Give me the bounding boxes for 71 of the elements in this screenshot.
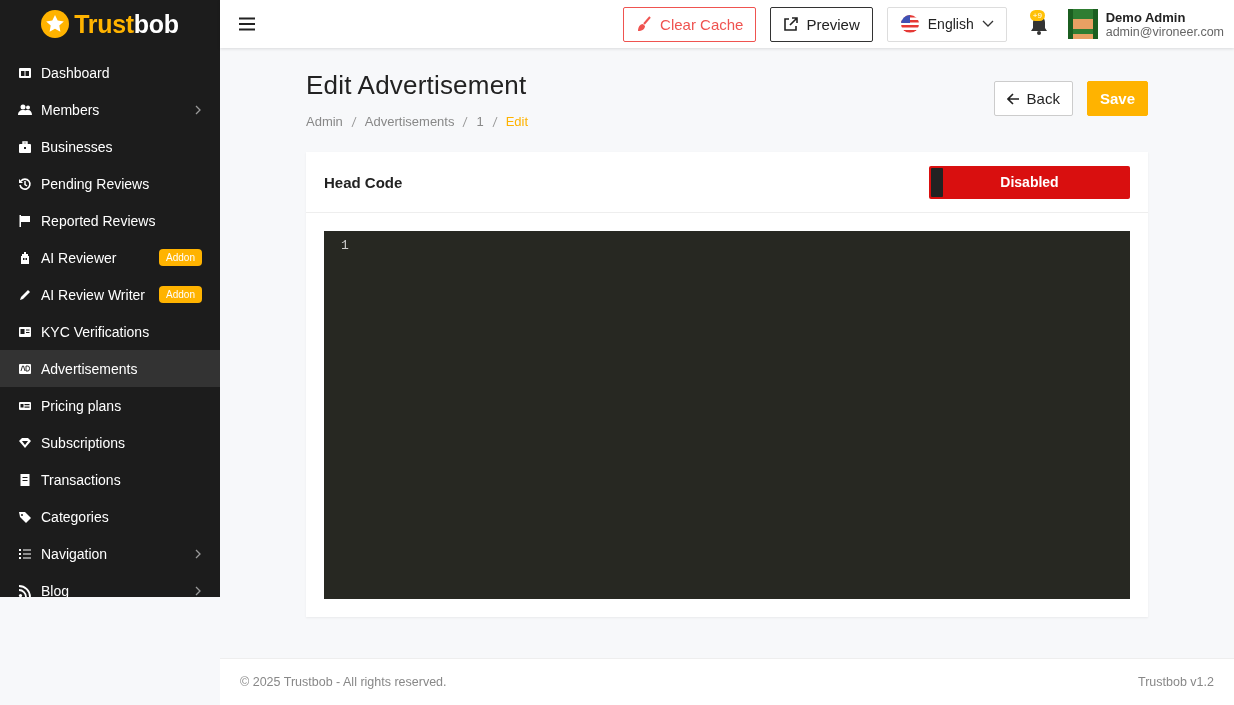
- chevron-down-icon: [981, 20, 994, 28]
- back-button[interactable]: Back: [993, 81, 1073, 116]
- sidebar-item[interactable]: Pending Reviews: [0, 165, 220, 202]
- sidebar-item-label: Navigation: [41, 545, 109, 562]
- preview-button[interactable]: Preview: [770, 6, 873, 42]
- sidebar-item-label: Subscriptions: [41, 434, 127, 451]
- broom-icon: [636, 16, 653, 32]
- menu-icon[interactable]: [239, 17, 255, 31]
- sidebar-item[interactable]: AI Review Writer Addon: [0, 276, 220, 313]
- sidebar-item[interactable]: Reported Reviews: [0, 202, 220, 239]
- line-number: 1: [341, 238, 350, 253]
- version-text: Trustbob v1.2: [1138, 675, 1214, 689]
- menu-item-icon: [18, 509, 32, 524]
- user-email: admin@vironeer.com: [1105, 24, 1224, 39]
- menu-item-icon: [18, 546, 32, 561]
- sidebar-item-label: AI Review Writer: [41, 286, 146, 303]
- sidebar-item[interactable]: Pricing plans: [0, 387, 220, 424]
- sidebar-item[interactable]: KYC Verifications: [0, 313, 220, 350]
- addon-badge: Addon: [159, 286, 202, 303]
- card-title: Head Code: [324, 173, 404, 191]
- copyright-text: © 2025 Trustbob - All rights reserved.: [240, 675, 447, 689]
- flag-icon: [899, 14, 920, 34]
- clear-cache-button[interactable]: Clear Cache: [623, 6, 757, 42]
- sidebar-item[interactable]: Categories: [0, 498, 220, 535]
- sidebar-item-label: Advertisements: [41, 360, 139, 377]
- language-dropdown[interactable]: English: [886, 6, 1007, 42]
- addon-badge: Addon: [159, 249, 202, 266]
- code-editor[interactable]: 1: [324, 231, 1130, 599]
- sidebar-item[interactable]: Transactions: [0, 461, 220, 498]
- user-name: Demo Admin: [1105, 9, 1187, 25]
- slash-separator-icon: [491, 115, 498, 128]
- sidebar-item-label: AI Reviewer: [41, 249, 118, 266]
- arrow-left-icon: [1006, 92, 1020, 105]
- notification-count: +9: [1029, 10, 1045, 21]
- sidebar-item-label: Dashboard: [41, 64, 111, 81]
- external-link-icon: [783, 16, 799, 32]
- sidebar-item-label: Categories: [41, 508, 110, 525]
- sidebar-item-label: Pending Reviews: [41, 175, 151, 192]
- sidebar-item-label: KYC Verifications: [41, 323, 151, 340]
- menu-item-icon: [18, 176, 32, 191]
- sidebar-item[interactable]: Members: [0, 91, 220, 128]
- menu-item-icon: [18, 435, 32, 450]
- sidebar-item[interactable]: Dashboard: [0, 54, 220, 91]
- menu-item-icon: [18, 139, 32, 154]
- sidebar-item-label: Reported Reviews: [41, 212, 157, 229]
- sidebar-item[interactable]: Navigation: [0, 535, 220, 572]
- sidebar-item-label: Businesses: [41, 138, 114, 155]
- slash-separator-icon: [350, 115, 357, 128]
- menu-item-icon: [18, 65, 32, 80]
- menu-item-icon: [18, 250, 32, 265]
- sidebar-item-label: Pricing plans: [41, 397, 123, 414]
- sidebar-item[interactable]: Advertisements: [0, 350, 220, 387]
- sidebar-item[interactable]: Businesses: [0, 128, 220, 165]
- slash-separator-icon: [462, 115, 469, 128]
- brand-name: Trustbob: [74, 9, 179, 39]
- menu-item-icon: [18, 287, 32, 302]
- sidebar-item-label: Transactions: [41, 471, 122, 488]
- sidebar-item[interactable]: AI Reviewer Addon: [0, 239, 220, 276]
- menu-item-icon: [18, 213, 32, 228]
- menu-item-icon: [18, 102, 32, 117]
- menu-item-icon: [18, 472, 32, 487]
- sidebar-item-label: Members: [41, 101, 101, 118]
- breadcrumb-link[interactable]: 1: [476, 114, 484, 129]
- avatar-icon[interactable]: [1067, 9, 1098, 39]
- star-logo-icon: [41, 10, 70, 38]
- menu-item-icon: [18, 361, 32, 376]
- status-toggle[interactable]: Disabled: [929, 165, 1130, 199]
- menu-item-icon: [18, 324, 32, 339]
- menu-item-icon: [18, 583, 32, 597]
- page-title: Edit Advertisement: [306, 70, 528, 101]
- sidebar-item[interactable]: Subscriptions: [0, 424, 220, 461]
